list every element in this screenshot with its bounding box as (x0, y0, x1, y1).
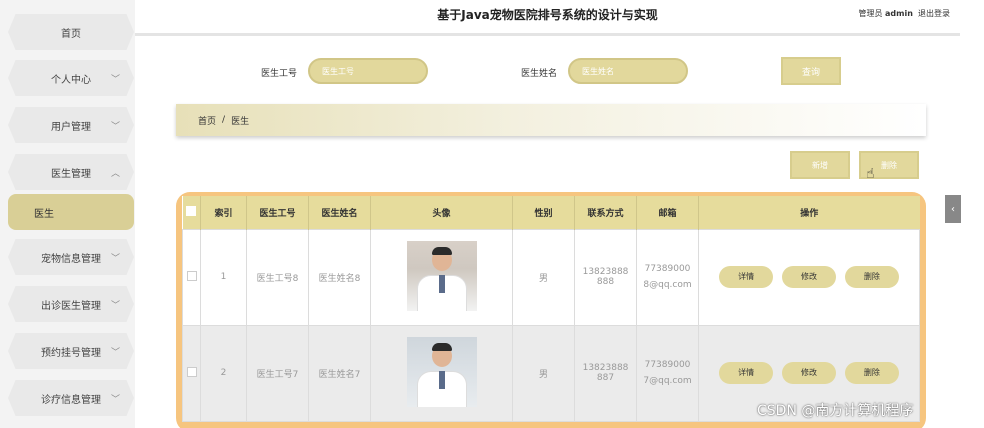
chevron-left-icon[interactable]: ‹ (945, 195, 961, 223)
page-title: 基于Java宠物医院排号系统的设计与实现 (437, 8, 658, 22)
pointer-cursor-icon: ☝ (866, 166, 875, 182)
phone-cell: 13823888888 (574, 228, 637, 326)
avatar-cell (370, 228, 513, 326)
sidebar-item-home[interactable]: 首页 (8, 14, 134, 50)
sidebar-item-label: 宠物信息管理 (41, 253, 101, 265)
doctor-name-label: 医生姓名 (521, 69, 558, 79)
doctor-id-cell: 医生工号8 (246, 228, 309, 326)
doctor-table-container: 索引 医生工号 医生姓名 头像 性别 联系方式 邮箱 操作 1 医生工号8 医生… (176, 192, 926, 428)
query-button[interactable]: 查询 (781, 57, 841, 85)
header: 基于Java宠物医院排号系统的设计与实现 管理员 admin 退出登录 (135, 0, 960, 36)
sidebar-item-visiting-doctor-management[interactable]: 出诊医生管理 ﹀ (8, 286, 134, 322)
doctor-id-cell: 医生工号7 (246, 324, 309, 422)
sidebar-item-label: 预约挂号管理 (41, 347, 101, 359)
table-header-row: 索引 医生工号 医生姓名 头像 性别 联系方式 邮箱 操作 (182, 196, 920, 229)
row-checkbox-cell[interactable] (182, 228, 201, 326)
column-header: 操作 (698, 196, 920, 229)
doctor-table: 索引 医生工号 医生姓名 头像 性别 联系方式 邮箱 操作 1 医生工号8 医生… (182, 196, 920, 422)
avatar (406, 240, 477, 311)
index-cell: 2 (200, 324, 247, 422)
chevron-down-icon: ﹀ (110, 122, 120, 132)
gender-cell: 男 (512, 324, 575, 422)
breadcrumb-home[interactable]: 首页 (198, 114, 216, 127)
breadcrumb-separator: / (222, 115, 226, 125)
add-button[interactable]: 新增 (790, 151, 850, 179)
watermark: CSDN @南方计算机程序 (757, 403, 914, 419)
sidebar-item-personal-center[interactable]: 个人中心 ﹀ (8, 60, 134, 96)
logout-link[interactable]: 退出登录 (918, 9, 950, 18)
chevron-down-icon: ﹀ (110, 348, 120, 358)
sidebar: 首页 个人中心 ﹀ 用户管理 ﹀ 医生管理 ︿ 医生 宠物信息管理 ﹀ 出诊医生… (0, 0, 135, 428)
user-role: 管理员 (858, 9, 883, 18)
sidebar-item-label: 出诊医生管理 (41, 300, 101, 312)
breadcrumb-current: 医生 (231, 116, 250, 127)
doctor-id-input[interactable] (308, 58, 428, 84)
user-info: 管理员 admin 退出登录 (858, 8, 950, 19)
sidebar-item-label: 个人中心 (51, 74, 91, 86)
index-cell: 1 (200, 228, 247, 326)
phone-cell: 13823888887 (574, 324, 637, 422)
column-header: 性别 (512, 196, 575, 229)
chevron-down-icon: ﹀ (110, 301, 120, 311)
sidebar-item-label: 医生管理 (51, 168, 91, 180)
detail-button[interactable]: 详情 (719, 266, 774, 288)
select-all-cell[interactable] (182, 196, 201, 229)
username: admin (885, 9, 913, 18)
row-checkbox-cell[interactable] (182, 324, 201, 422)
sidebar-item-user-management[interactable]: 用户管理 ﹀ (8, 107, 134, 143)
breadcrumb: 首页 / 医生 (176, 104, 926, 136)
chevron-down-icon: ﹀ (110, 75, 120, 85)
avatar-cell (370, 324, 513, 422)
chevron-down-icon: ﹀ (110, 254, 120, 264)
column-header: 联系方式 (574, 196, 637, 229)
sidebar-item-label: 用户管理 (51, 121, 91, 133)
detail-button[interactable]: 详情 (719, 362, 774, 384)
edit-button[interactable]: 修改 (782, 362, 836, 384)
doctor-name-input[interactable] (568, 58, 688, 84)
table-row: 1 医生工号8 医生姓名8 男 13823888888 773890008@qq… (182, 228, 920, 326)
sidebar-item-pet-info-management[interactable]: 宠物信息管理 ﹀ (8, 239, 134, 275)
chevron-down-icon: ﹀ (110, 395, 120, 405)
gender-cell: 男 (512, 228, 575, 326)
sidebar-item-doctor-management[interactable]: 医生管理 ︿ (8, 154, 134, 190)
chevron-up-icon: ︿ (110, 169, 120, 179)
sidebar-item-label: 诊疗信息管理 (41, 394, 101, 406)
email-cell: 773890007@qq.com (636, 324, 699, 422)
sidebar-item-doctor[interactable]: 医生 (8, 194, 134, 230)
row-checkbox[interactable] (186, 366, 197, 377)
email-cell: 773890008@qq.com (636, 228, 699, 326)
sidebar-item-treatment-info-management[interactable]: 诊疗信息管理 ﹀ (8, 380, 134, 416)
sidebar-item-appointment-management[interactable]: 预约挂号管理 ﹀ (8, 333, 134, 369)
sidebar-item-label: 首页 (61, 28, 81, 40)
column-header: 医生工号 (246, 196, 309, 229)
operations-cell: 详情 修改 删除 (698, 228, 920, 326)
doctor-name-cell: 医生姓名7 (308, 324, 371, 422)
edit-button[interactable]: 修改 (782, 266, 836, 288)
row-delete-button[interactable]: 删除 (844, 266, 899, 288)
column-header: 头像 (370, 196, 513, 229)
column-header: 医生姓名 (308, 196, 371, 229)
row-delete-button[interactable]: 删除 (844, 362, 899, 384)
sidebar-item-label: 医生 (34, 208, 54, 220)
avatar (406, 336, 477, 407)
doctor-name-cell: 医生姓名8 (308, 228, 371, 326)
column-header: 索引 (200, 196, 247, 229)
column-header: 邮箱 (636, 196, 699, 229)
select-all-checkbox[interactable] (186, 205, 197, 216)
row-checkbox[interactable] (186, 270, 197, 281)
doctor-id-label: 医生工号 (261, 69, 298, 79)
